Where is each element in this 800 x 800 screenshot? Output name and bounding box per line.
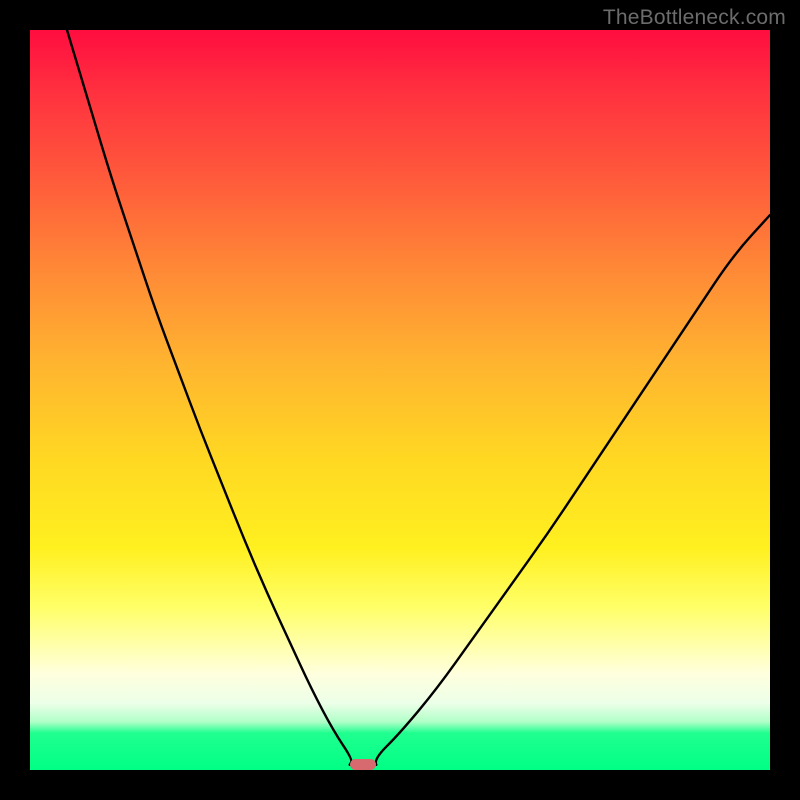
chart-frame: TheBottleneck.com — [0, 0, 800, 800]
plot-area — [30, 30, 770, 770]
watermark-text: TheBottleneck.com — [603, 6, 786, 30]
bottleneck-curve — [30, 30, 770, 770]
optimum-marker — [350, 759, 377, 770]
curve-path — [67, 30, 770, 765]
